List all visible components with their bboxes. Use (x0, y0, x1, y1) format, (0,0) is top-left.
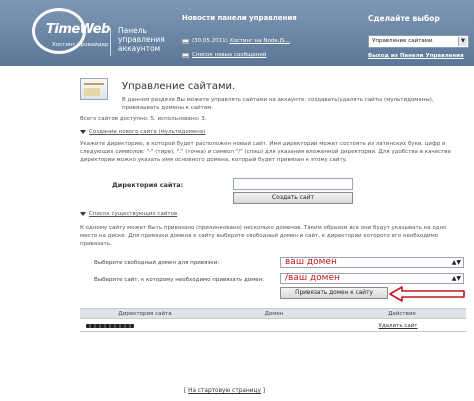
logout-link[interactable]: Выход из Панели Управления (368, 53, 464, 59)
list-section-label[interactable]: Список существующих сайтов (89, 211, 177, 217)
section-select[interactable]: Управление сайтами ▼ (368, 35, 469, 48)
sites-page-icon (80, 78, 108, 100)
col-directory: Директория сайта (118, 311, 172, 317)
site-select[interactable]: /ваш домен ▲▼ (280, 273, 464, 284)
bind-domain-button[interactable]: Привязать домен к сайту (280, 287, 388, 299)
news-item[interactable]: Список новых сообщений (182, 52, 266, 58)
updown-arrows-icon[interactable]: ▲▼ (452, 259, 461, 266)
timeweb-logo[interactable]: TimeWeb (46, 22, 110, 37)
create-description: Укажите директорию, в которой будет расп… (80, 141, 451, 163)
news-date: (30.05.2011) (192, 38, 228, 44)
choice-title: Сделайте выбор (368, 14, 440, 23)
mail-icon (182, 52, 189, 58)
free-domain-select[interactable]: ваш домен ▲▼ (280, 257, 464, 268)
news-item[interactable]: (30.05.2011) Хостинг на Node.JS... (182, 38, 290, 44)
create-section-label[interactable]: Создание нового сайта (мультидомена) (89, 129, 205, 135)
mail-icon (182, 38, 189, 44)
red-arrow-annotation-icon (389, 286, 465, 302)
list-description: К одному сайту может быть привязано (при… (80, 225, 447, 247)
main-content: Управление сайтами. В данном разделе Вы … (70, 66, 470, 401)
delete-site-link[interactable]: Удалить сайт (334, 323, 462, 329)
news-link[interactable]: Хостинг на Node.JS... (230, 38, 290, 44)
intro-text: В данном разделе Вы можете управлять сай… (122, 97, 434, 111)
create-site-button[interactable]: Создать сайт (233, 192, 353, 204)
bracket-close: ] (260, 388, 265, 394)
table-row: Удалить сайт (80, 320, 466, 331)
site-select-label: Выберите сайт, к которому необходимо при… (94, 277, 265, 283)
tagline-line: аккаунтом (118, 44, 161, 53)
directory-input[interactable] (233, 178, 353, 190)
tagline-line: Панель (118, 26, 147, 35)
col-domain: Домен (264, 311, 284, 317)
sites-count: Всего сайтов доступно: 5, использовано: … (80, 116, 207, 122)
header-divider (110, 28, 111, 56)
table-divider (80, 331, 466, 332)
logo-subtitle: Хостинг провайдер (52, 42, 109, 48)
section-select-value: Управление сайтами (372, 38, 433, 44)
chevron-down-icon[interactable]: ▼ (458, 37, 467, 46)
triangle-down-icon (80, 212, 86, 216)
home-link[interactable]: На стартовую страницу (188, 388, 261, 394)
triangle-down-icon (80, 130, 86, 134)
top-header: TimeWeb Хостинг провайдер Панель управле… (0, 0, 474, 66)
create-section-toggle[interactable]: Создание нового сайта (мультидомена) (80, 129, 205, 135)
page-title: Управление сайтами. (122, 81, 236, 92)
messages-link[interactable]: Список новых сообщений (192, 52, 266, 58)
site-select-value: /ваш домен (285, 273, 340, 283)
list-section-toggle[interactable]: Список существующих сайтов (80, 211, 177, 217)
directory-label: Директория сайта: (112, 181, 184, 189)
news-title: Новости панели управления (182, 14, 297, 22)
panel-tagline: Панель управления аккаунтом (118, 26, 180, 53)
col-action: Действие (388, 311, 416, 317)
home-link-wrapper: [ На стартовую страницу ] (184, 388, 265, 394)
free-domain-value: ваш домен (285, 257, 337, 267)
tagline-line: управления (118, 35, 165, 44)
free-domain-label: Выберите свободный домен для привязки: (94, 260, 220, 266)
updown-arrows-icon[interactable]: ▲▼ (452, 275, 461, 282)
sites-table-header: Директория сайта Домен Действие (80, 308, 466, 319)
redacted-directory (86, 323, 134, 328)
